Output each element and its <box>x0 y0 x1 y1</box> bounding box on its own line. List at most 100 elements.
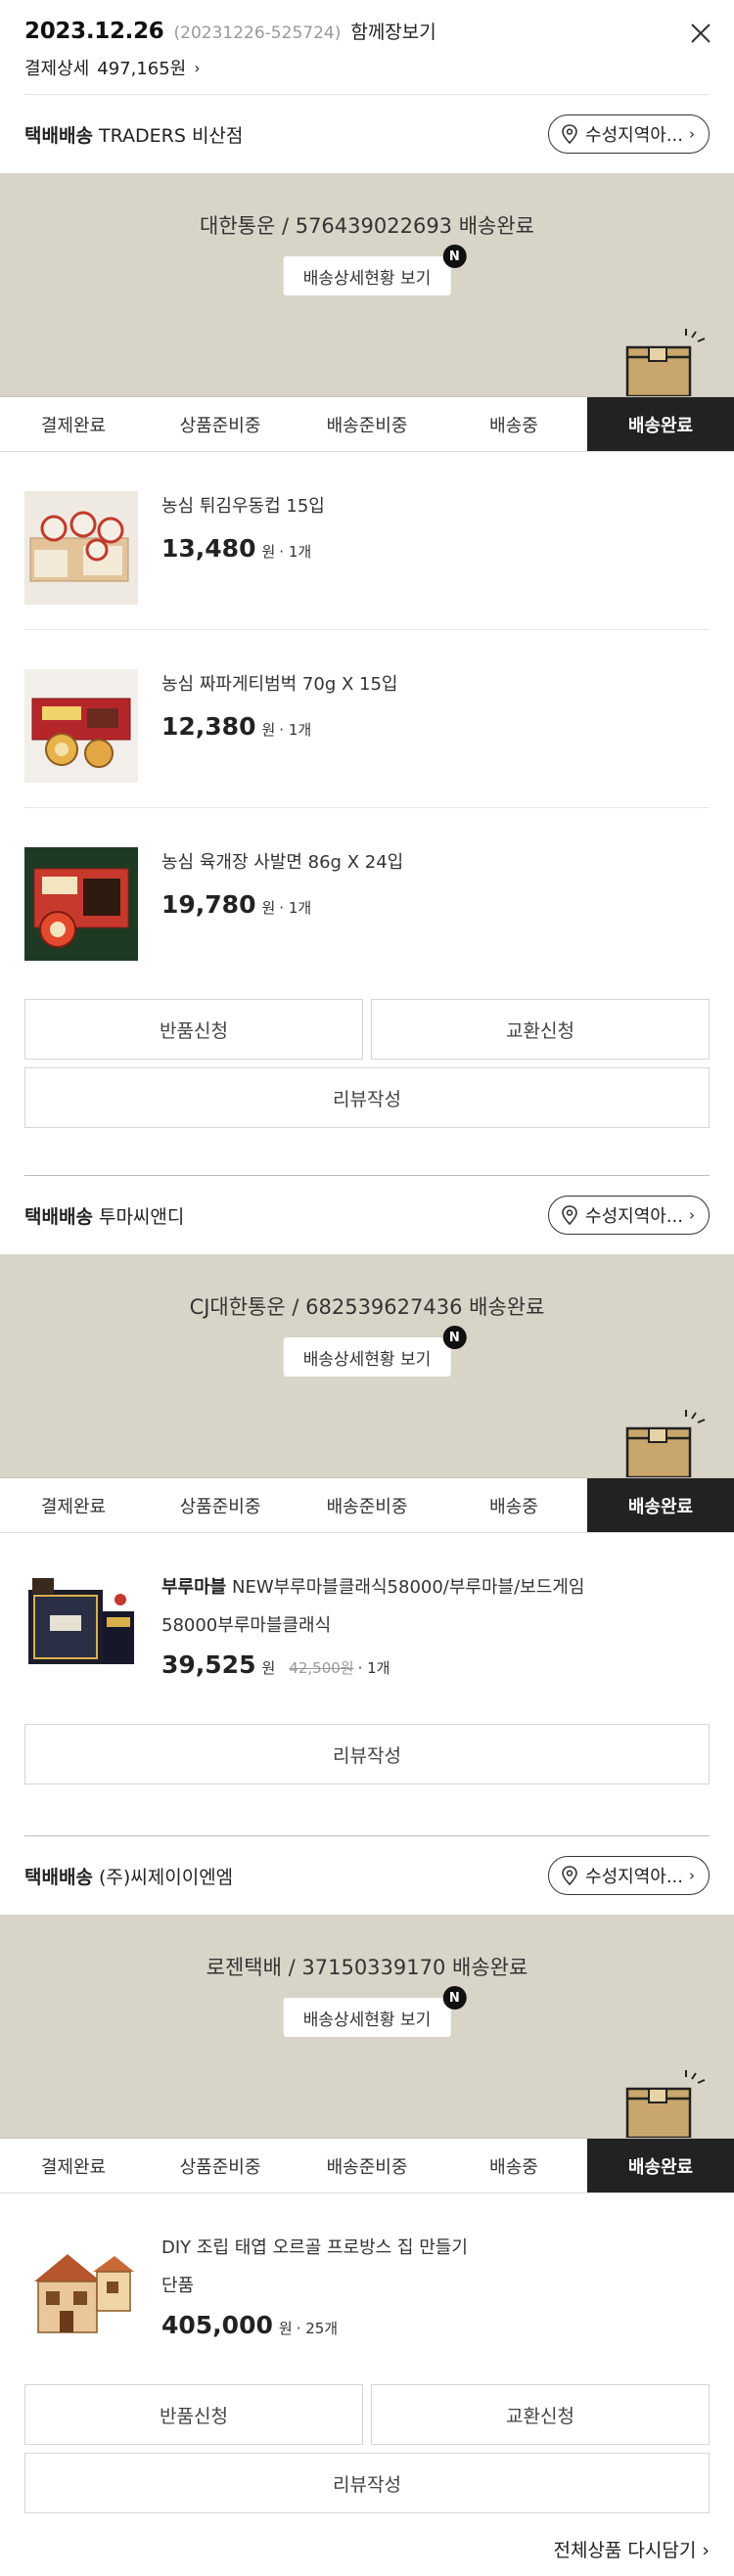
item-info: 농심 육개장 사발면 86g X 24입 19,780 원 · 1개 <box>161 847 403 961</box>
item-quantity: · 1개 <box>279 543 312 561</box>
price-unit: 원 <box>278 2320 293 2337</box>
order-title-row: 2023.12.26 (20231226-525724) 함께장보기 <box>24 18 710 53</box>
item-list: DIY 조립 태엽 오르골 프로방스 집 만들기 단품 405,000 원 · … <box>0 2193 734 2371</box>
payment-detail-link[interactable]: 결제상세 497,165원 › <box>24 53 710 82</box>
write-review-button[interactable]: 리뷰작성 <box>24 1724 710 1785</box>
item-quantity: · 1개 <box>279 899 312 917</box>
delivered-box-icon <box>625 1410 706 1477</box>
item-info: 농심 튀김우동컵 15입 13,480 원 · 1개 <box>161 491 325 605</box>
item-name: 농심 튀김우동컵 15입 <box>161 496 325 517</box>
chevron-right-icon: › <box>689 1867 695 1884</box>
step-preparing-shipping: 배송준비중 <box>294 2139 440 2192</box>
price-row: 405,000 원 · 25개 <box>161 2311 468 2339</box>
order-date: 2023.12.26 <box>24 19 164 44</box>
shipment-type: 택배배송 <box>24 1866 93 1888</box>
chevron-right-icon: › <box>194 58 201 77</box>
item-price: 13,480 <box>161 534 256 563</box>
delivery-detail-button[interactable]: 배송상세현황 보기 N <box>283 245 467 295</box>
delivery-progress-steps: 결제완료 상품준비중 배송준비중 배송중 배송완료 <box>0 1477 734 1533</box>
item-name: DIY 조립 태엽 오르골 프로방스 집 만들기 <box>161 2237 468 2258</box>
step-preparing-product: 상품준비중 <box>147 397 294 451</box>
price-unit: 원 <box>261 721 276 739</box>
delivery-progress-steps: 결제완료 상품준비중 배송준비중 배송중 배송완료 <box>0 396 734 452</box>
delivery-status-banner: CJ대한통운 / 682539627436 배송완료 배송상세현황 보기 N <box>0 1254 734 1477</box>
return-request-button[interactable]: 반품신청 <box>24 2384 363 2445</box>
review-row: 리뷰작성 <box>24 1724 710 1785</box>
location-pin-icon <box>562 1205 577 1225</box>
list-item[interactable]: 농심 육개장 사발면 86g X 24입 19,780 원 · 1개 <box>24 808 710 985</box>
step-preparing-product: 상품준비중 <box>147 1478 294 1532</box>
carrier-tracking-status: 대한통운 / 576439022693 배송완료 <box>200 214 534 238</box>
list-item[interactable]: 농심 짜파게티범벅 70g X 15입 12,380 원 · 1개 <box>24 630 710 808</box>
shipment-seller: (주)씨제이이엔엠 <box>98 1866 234 1888</box>
item-price: 405,000 <box>161 2311 273 2339</box>
shipment-type: 택배배송 <box>24 124 93 147</box>
delivery-area-button[interactable]: 수성지역아... › <box>548 114 710 154</box>
order-detail-page: 2023.12.26 (20231226-525724) 함께장보기 결제상세 … <box>0 0 734 2576</box>
shipment-header: 택배배송 투마씨앤디 수성지역아... › <box>0 1176 734 1254</box>
order-header: 2023.12.26 (20231226-525724) 함께장보기 결제상세 … <box>0 0 734 94</box>
list-item[interactable]: 농심 튀김우동컵 15입 13,480 원 · 1개 <box>24 452 710 630</box>
price-row: 13,480 원 · 1개 <box>161 534 325 563</box>
delivery-area-label: 수성지역아... <box>585 125 683 146</box>
reorder-all-link[interactable]: 전체상품 다시담기 › <box>553 2536 710 2562</box>
delivery-progress-steps: 결제완료 상품준비중 배송준비중 배송중 배송완료 <box>0 2138 734 2193</box>
delivery-detail-label: 배송상세현황 보기 <box>302 1349 432 1370</box>
music-box-house-image <box>24 2233 138 2346</box>
step-preparing-product: 상품준비중 <box>147 2139 294 2192</box>
delivery-area-button[interactable]: 수성지역아... › <box>548 1196 710 1235</box>
list-item[interactable]: DIY 조립 태엽 오르골 프로방스 집 만들기 단품 405,000 원 · … <box>24 2193 710 2371</box>
step-paid: 결제완료 <box>0 2139 147 2192</box>
exchange-request-button[interactable]: 교환신청 <box>371 999 710 1060</box>
step-delivered: 배송완료 <box>587 2139 734 2192</box>
item-info: 부루마블 NEW부루마블클래식58000/부루마블/보드게임 58000부루마블… <box>161 1572 584 1686</box>
item-price: 12,380 <box>161 712 256 741</box>
write-review-button[interactable]: 리뷰작성 <box>24 1067 710 1128</box>
delivered-box-icon <box>625 329 706 396</box>
delivery-area-label: 수성지역아... <box>585 1867 683 1887</box>
return-exchange-row: 반품신청 교환신청 <box>24 999 710 1060</box>
location-pin-icon <box>562 1866 577 1885</box>
step-preparing-shipping: 배송준비중 <box>294 1478 440 1532</box>
delivery-status-banner: 대한통운 / 576439022693 배송완료 배송상세현황 보기 N <box>0 173 734 396</box>
price-unit: 원 <box>261 543 276 561</box>
close-icon[interactable] <box>687 20 714 47</box>
return-request-button[interactable]: 반품신청 <box>24 999 363 1060</box>
price-unit: 원 <box>261 1659 276 1677</box>
delivery-detail-button[interactable]: 배송상세현황 보기 N <box>283 1986 467 2037</box>
price-unit: 원 <box>261 899 276 917</box>
item-option: 58000부루마블클래식 <box>161 1615 332 1636</box>
delivery-area-button[interactable]: 수성지역아... › <box>548 1856 710 1895</box>
step-shipping: 배송중 <box>440 397 587 451</box>
new-badge: N <box>442 245 467 268</box>
list-item[interactable]: 부루마블 NEW부루마블클래식58000/부루마블/보드게임 58000부루마블… <box>24 1533 710 1710</box>
shipment-1: 택배배송 TRADERS 비산점 수성지역아... › 대한통운 / 57643… <box>0 95 734 1128</box>
return-exchange-row: 반품신청 교환신청 <box>24 2384 710 2445</box>
delivery-detail-label: 배송상세현황 보기 <box>302 2010 432 2030</box>
item-price: 19,780 <box>161 890 256 919</box>
bundle-shopping-link[interactable]: 함께장보기 <box>350 18 436 44</box>
item-info: DIY 조립 태엽 오르골 프로방스 집 만들기 단품 405,000 원 · … <box>161 2233 468 2346</box>
item-info: 농심 짜파게티범벅 70g X 15입 12,380 원 · 1개 <box>161 669 398 783</box>
delivery-detail-button[interactable]: 배송상세현황 보기 N <box>283 1326 467 1377</box>
review-row: 리뷰작성 <box>24 1067 710 1128</box>
new-badge: N <box>442 1986 467 2010</box>
item-brand: 부루마블 <box>161 1577 227 1598</box>
shipment-actions: 반품신청 교환신청 리뷰작성 <box>0 2371 734 2513</box>
item-quantity: · 25개 <box>296 2320 339 2337</box>
exchange-request-button[interactable]: 교환신청 <box>371 2384 710 2445</box>
item-quantity: · 1개 <box>357 1659 390 1677</box>
step-preparing-shipping: 배송준비중 <box>294 397 440 451</box>
item-name: 부루마블 NEW부루마블클래식58000/부루마블/보드게임 <box>161 1574 584 1602</box>
carrier-tracking-status: CJ대한통운 / 682539627436 배송완료 <box>189 1295 545 1319</box>
shipment-header: 택배배송 TRADERS 비산점 수성지역아... › <box>0 95 734 173</box>
shipment-title: 택배배송 (주)씨제이이엔엠 <box>24 1863 233 1889</box>
delivery-status-banner: 로젠택배 / 37150339170 배송완료 배송상세현황 보기 N <box>0 1915 734 2138</box>
payment-amount: 497,165원 <box>97 59 187 79</box>
review-row: 리뷰작성 <box>24 2453 710 2513</box>
chevron-right-icon: › <box>689 125 695 143</box>
write-review-button[interactable]: 리뷰작성 <box>24 2453 710 2513</box>
item-quantity: · 1개 <box>279 721 312 739</box>
